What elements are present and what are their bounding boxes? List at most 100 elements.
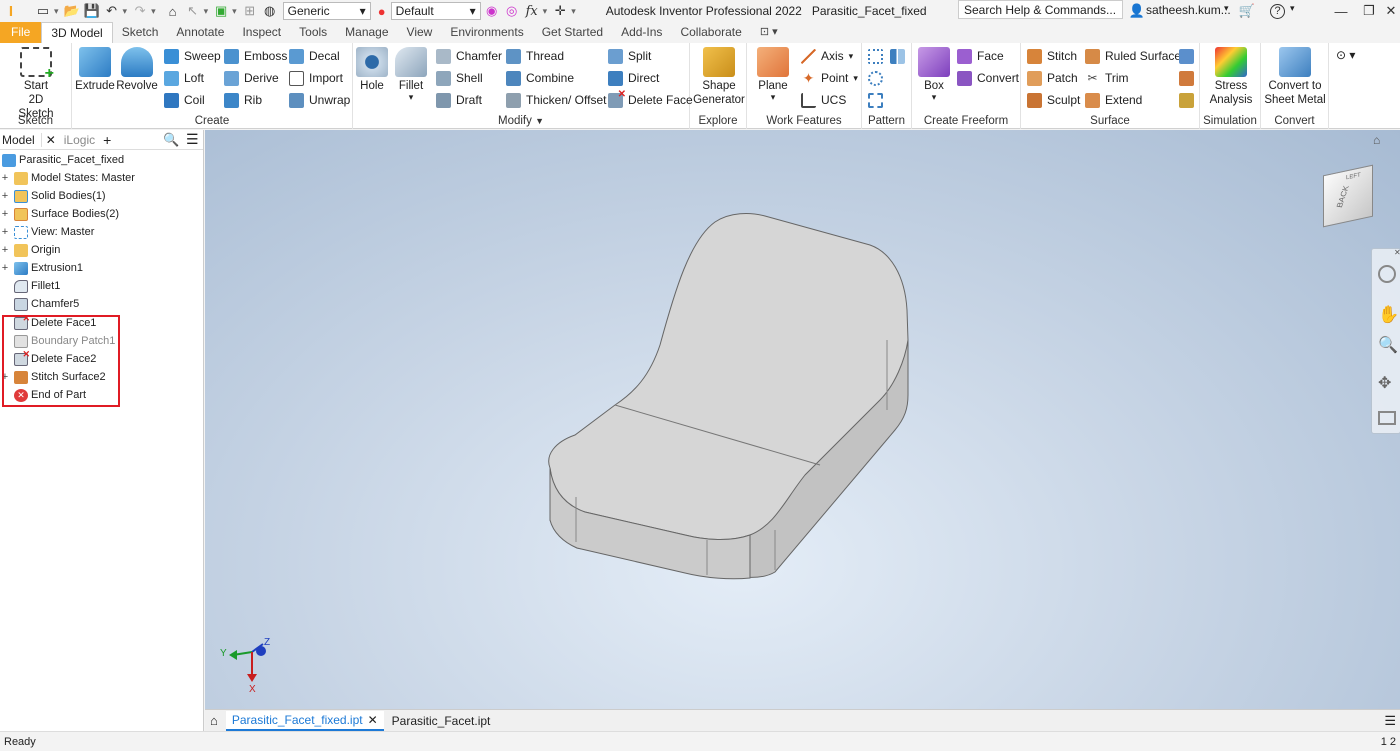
update-icon[interactable]: ▣: [212, 2, 230, 20]
draft-button[interactable]: Draft: [436, 90, 482, 110]
patch-button[interactable]: Patch: [1027, 68, 1078, 88]
derive-button[interactable]: Derive: [224, 68, 279, 88]
tab-ilogic[interactable]: iLogic: [60, 133, 103, 147]
tab-environments[interactable]: Environments: [441, 22, 532, 43]
node-surface-bodies[interactable]: + Surface Bodies(2): [0, 205, 119, 223]
start-sketch-button[interactable]: + Start 2D Sketch: [14, 47, 58, 121]
material-select[interactable]: Default ▾: [390, 2, 481, 20]
convert-to-sheet-metal-button[interactable]: Convert to Sheet Metal: [1262, 47, 1328, 107]
box-button[interactable]: Box ▾: [912, 47, 956, 102]
face-button[interactable]: Face: [957, 46, 1004, 66]
new-icon[interactable]: ▭: [34, 2, 52, 20]
mirror-button[interactable]: [890, 46, 910, 66]
add-tab-icon[interactable]: +: [103, 132, 111, 148]
plane-button[interactable]: Plane ▾: [751, 47, 795, 102]
circular-pattern-button[interactable]: [868, 68, 888, 88]
chamfer-button[interactable]: Chamfer: [436, 46, 502, 66]
extrude-button[interactable]: Extrude: [73, 47, 117, 93]
node-view[interactable]: + View: Master: [0, 223, 94, 241]
orbit-icon[interactable]: ✥: [1378, 373, 1391, 393]
ucs-button[interactable]: UCS: [801, 90, 846, 110]
color-override-icon[interactable]: ●: [373, 2, 391, 20]
stitch-button[interactable]: Stitch: [1027, 46, 1077, 66]
coil-button[interactable]: Coil: [164, 90, 205, 110]
replace-face-button[interactable]: [1179, 46, 1199, 66]
node-origin[interactable]: + Origin: [0, 241, 60, 259]
menu-icon[interactable]: ☰: [186, 131, 199, 148]
tab-sketch[interactable]: Sketch: [113, 22, 168, 43]
tab-tools[interactable]: Tools: [290, 22, 336, 43]
panel-title[interactable]: Modify ▼: [353, 115, 689, 127]
ribbon-more-button[interactable]: ⊙ ▾: [1336, 48, 1355, 62]
tab-get-started[interactable]: Get Started: [533, 22, 612, 43]
doc-tab[interactable]: Parasitic_Facet.ipt: [384, 712, 499, 730]
chevron-down-icon[interactable]: ▾: [1290, 3, 1295, 14]
tab-annotate[interactable]: Annotate: [167, 22, 233, 43]
stress-analysis-button[interactable]: Stress Analysis: [1206, 47, 1256, 107]
import-button[interactable]: Import: [289, 68, 343, 88]
look-at-icon[interactable]: [1378, 411, 1396, 425]
point-button[interactable]: ✦ Point ▾: [801, 68, 858, 88]
shape-generator-button[interactable]: Shape Generator: [692, 47, 746, 107]
chevron-down-icon[interactable]: ▾: [1224, 3, 1229, 14]
ribbon-options-icon[interactable]: ⊡ ▾: [751, 22, 787, 43]
close-icon[interactable]: ✕: [1394, 248, 1400, 257]
node-solid-bodies[interactable]: + Solid Bodies(1): [0, 187, 106, 205]
thread-button[interactable]: Thread: [506, 46, 564, 66]
appearance-select[interactable]: Generic ▾: [282, 2, 371, 20]
repair-button[interactable]: [1179, 68, 1199, 88]
tab-collaborate[interactable]: Collaborate: [671, 22, 750, 43]
redo-icon[interactable]: ↷: [131, 2, 149, 20]
node-chamfer5[interactable]: Chamfer5: [0, 295, 79, 313]
direct-button[interactable]: Direct: [608, 68, 659, 88]
thicken-offset-button[interactable]: Thicken/ Offset: [506, 90, 606, 110]
zoom-icon[interactable]: 🔍: [1378, 335, 1398, 355]
save-icon[interactable]: 💾: [83, 2, 101, 20]
select-icon[interactable]: ↖: [184, 2, 202, 20]
tab-file[interactable]: File: [0, 22, 42, 43]
combine-button[interactable]: Combine: [506, 68, 574, 88]
browser-root[interactable]: Parasitic_Facet_fixed: [0, 151, 124, 169]
expand-icon[interactable]: +: [0, 208, 10, 220]
delete-face-button[interactable]: ✕ Delete Face: [608, 89, 693, 110]
split-button[interactable]: Split: [608, 46, 651, 66]
home-icon[interactable]: ⌂: [164, 2, 182, 20]
rectangular-pattern-button[interactable]: [868, 46, 888, 66]
tab-manage[interactable]: Manage: [336, 22, 397, 43]
graphics-viewport[interactable]: BACK LEFT ⌂ ✕ ✋ 🔍 ✥ Z Y X: [205, 130, 1400, 709]
fillet-button[interactable]: Fillet ▾: [389, 47, 433, 102]
rib-button[interactable]: Rib: [224, 90, 262, 110]
tab-inspect[interactable]: Inspect: [233, 22, 290, 43]
sculpt-button[interactable]: Sculpt: [1027, 90, 1080, 110]
minimize-icon[interactable]: —: [1332, 2, 1350, 20]
appearance-icon[interactable]: ◍: [261, 2, 279, 20]
decal-button[interactable]: Decal: [289, 46, 340, 66]
view-cube[interactable]: BACK LEFT: [1323, 164, 1373, 228]
add-icon[interactable]: ✛: [551, 2, 569, 20]
tab-list-icon[interactable]: ☰: [1384, 713, 1396, 729]
close-icon[interactable]: ✕: [46, 133, 56, 147]
tab-view[interactable]: View: [398, 22, 442, 43]
search-input[interactable]: Search Help & Commands...: [958, 0, 1123, 19]
node-extrusion1[interactable]: + Extrusion1: [0, 259, 83, 277]
expand-icon[interactable]: +: [0, 226, 10, 238]
home-icon[interactable]: ⌂: [210, 713, 218, 728]
expand-icon[interactable]: +: [0, 190, 10, 202]
close-icon[interactable]: ✕: [368, 713, 378, 727]
hole-button[interactable]: Hole: [350, 47, 394, 93]
shell-button[interactable]: Shell: [436, 68, 483, 88]
expand-icon[interactable]: +: [0, 262, 10, 274]
parameters-icon[interactable]: fx: [523, 2, 541, 20]
steering-wheel-icon[interactable]: [1378, 265, 1396, 283]
clear-icon[interactable]: ◎: [503, 2, 521, 20]
expand-icon[interactable]: +: [0, 172, 10, 184]
restore-icon[interactable]: ❐: [1360, 2, 1378, 20]
node-fillet1[interactable]: Fillet1: [0, 277, 60, 295]
tab-model[interactable]: Model: [0, 132, 42, 147]
trim-button[interactable]: ✂ Trim: [1085, 68, 1128, 88]
extend-button[interactable]: Extend: [1085, 90, 1142, 110]
pan-icon[interactable]: ✋: [1378, 305, 1399, 325]
search-icon[interactable]: 🔍: [163, 132, 179, 148]
unwrap-button[interactable]: Unwrap: [289, 90, 350, 110]
tab-3d-model[interactable]: 3D Model: [41, 22, 113, 43]
